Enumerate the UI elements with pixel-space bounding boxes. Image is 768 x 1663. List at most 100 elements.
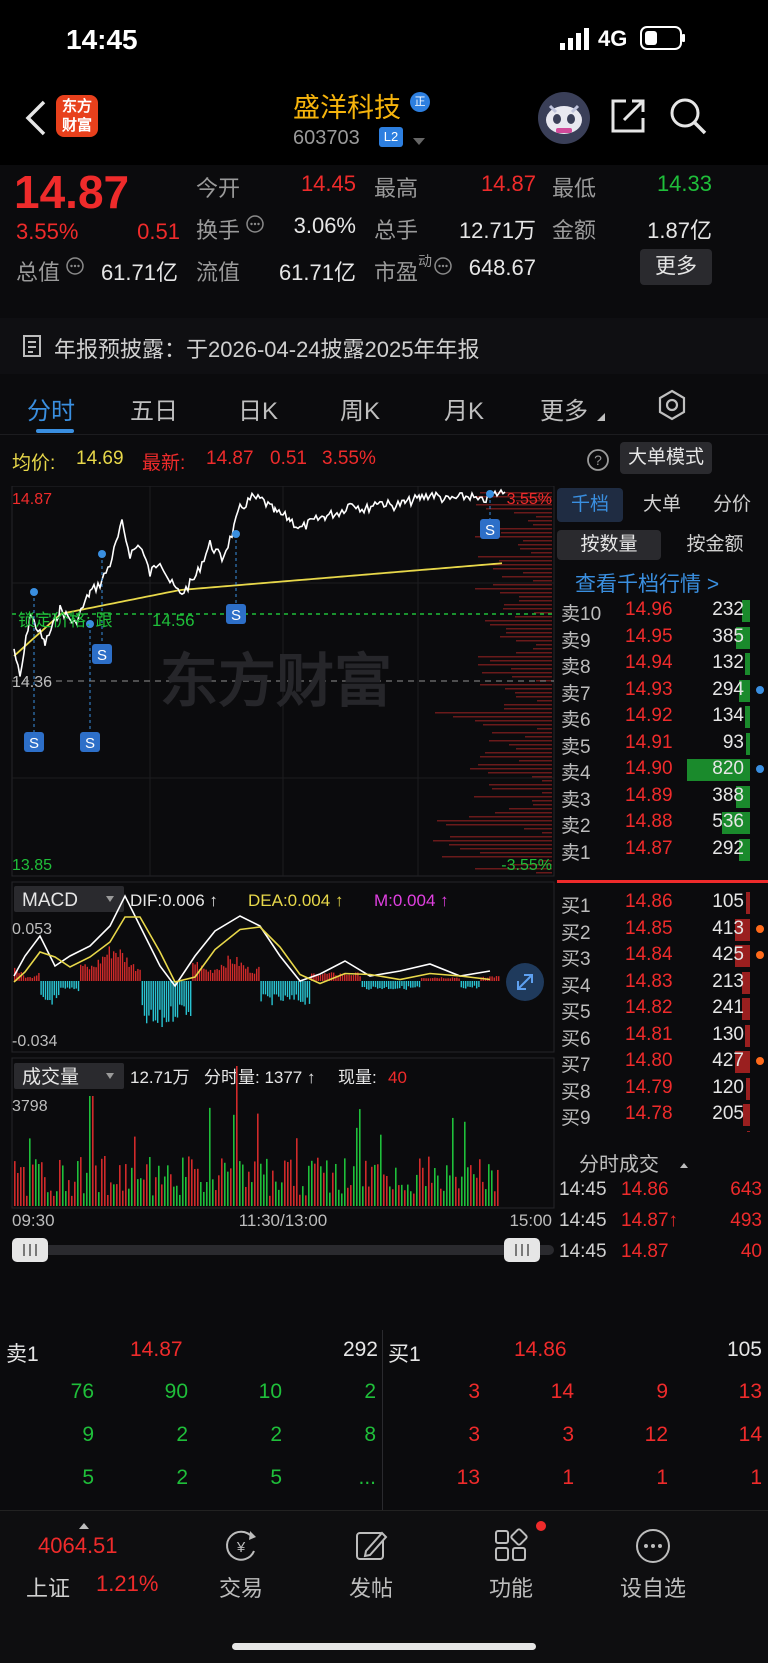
macd-bar <box>187 981 190 1012</box>
index-value[interactable]: 4064.51 <box>38 1533 118 1559</box>
queue-order-cell: 3 <box>468 1423 480 1446</box>
macd-bar <box>467 981 469 987</box>
settings-icon[interactable] <box>656 389 688 421</box>
volume-bar <box>215 1190 217 1206</box>
search-icon[interactable] <box>668 96 708 136</box>
side-tab-depth[interactable]: 千档 <box>557 488 623 522</box>
ask-qty: 820 <box>712 758 744 779</box>
ask-row[interactable]: 卖9 14.95 385 <box>555 623 768 652</box>
code-dropdown-icon[interactable] <box>412 133 426 145</box>
nav-post[interactable]: 发帖 <box>326 1527 416 1607</box>
macd-bar <box>401 981 403 986</box>
ticks-title[interactable]: 分时成交 <box>579 1148 659 1177</box>
ask-row[interactable]: 卖3 14.89 388 <box>555 782 768 811</box>
bid-row[interactable]: 买1 14.86 105 <box>555 888 768 917</box>
volume-bar <box>227 1171 229 1206</box>
queue-bid-qty: 105 <box>726 1338 762 1361</box>
turnover-info-icon[interactable] <box>246 215 264 233</box>
volume-bar <box>458 1188 460 1206</box>
sell-signal-label: S <box>85 735 95 752</box>
order-depth-bar <box>504 708 552 710</box>
bid-row[interactable]: 买10 14.77 81 <box>555 1127 768 1132</box>
toggle-by-qty[interactable]: 按数量 <box>557 530 661 560</box>
volume-bar <box>131 1167 133 1206</box>
tab-more[interactable]: 更多 <box>540 391 588 426</box>
volume-bar <box>20 1167 22 1206</box>
ask-row[interactable]: 卖10 14.96 232 <box>555 596 768 625</box>
macd-bar <box>471 981 473 988</box>
macd-bar <box>247 966 249 981</box>
tab-intraday[interactable]: 分时 <box>27 391 75 426</box>
chart-panel[interactable]: 东方财富 S S S S S 14.87 3.55% 14.36 锁定价格: 跟 14.… <box>0 485 555 1316</box>
ask-row[interactable]: 卖8 14.94 132 <box>555 649 768 678</box>
ask-row[interactable]: 卖4 14.90 820 <box>555 755 768 784</box>
bid-row[interactable]: 买5 14.82 241 <box>555 994 768 1023</box>
bid-row[interactable]: 买8 14.79 120 <box>555 1074 768 1103</box>
stock-name[interactable]: 盛洋科技 <box>293 86 401 125</box>
volume-bar <box>32 1164 34 1206</box>
assistant-avatar-icon[interactable] <box>536 90 592 146</box>
intraday-chart[interactable]: 东方财富 S S S S S 14.87 3.55% 14.36 锁定价格: 跟 14.… <box>0 485 555 1316</box>
bid-row[interactable]: 买4 14.83 213 <box>555 968 768 997</box>
volume-bar <box>254 1161 256 1206</box>
queue-order-cell: 13 <box>456 1466 480 1489</box>
volume-bar <box>65 1191 67 1206</box>
more-button[interactable]: 更多 <box>640 249 712 285</box>
level2-badge[interactable]: L2 <box>379 127 403 147</box>
ask-row[interactable]: 卖5 14.91 93 <box>555 729 768 758</box>
macd-bar <box>99 963 102 981</box>
ask-row[interactable]: 卖1 14.87 292 <box>555 835 768 864</box>
macd-bar <box>249 972 251 981</box>
nav-trade[interactable]: ¥ 交易 <box>196 1527 286 1607</box>
macd-bar <box>361 981 363 988</box>
tab-five-day[interactable]: 五日 <box>130 391 178 426</box>
tab-weekly-k[interactable]: 周K <box>340 391 380 426</box>
bid-row[interactable]: 买7 14.80 427 <box>555 1047 768 1076</box>
macd-bar <box>352 974 355 981</box>
bid-row[interactable]: 买3 14.84 425 <box>555 941 768 970</box>
bid-row[interactable]: 买6 14.81 130 <box>555 1021 768 1050</box>
macd-bar <box>163 981 165 1018</box>
queue-order-cell: 10 <box>258 1380 282 1403</box>
bid-row[interactable]: 买9 14.78 205 <box>555 1100 768 1129</box>
nav-functions[interactable]: 功能 <box>466 1521 556 1607</box>
volume-bar <box>191 1159 193 1206</box>
volume-bar <box>350 1185 352 1206</box>
macd-bar <box>308 981 311 1004</box>
volume-label: 成交量 <box>22 1066 79 1088</box>
index-pct[interactable]: 1.21% <box>96 1571 158 1597</box>
market-cap-info-icon[interactable] <box>66 257 84 275</box>
index-name[interactable]: 上证 <box>26 1571 70 1603</box>
big-order-mode-button[interactable]: 大单模式 <box>620 442 712 474</box>
pe-info-icon[interactable] <box>434 257 452 275</box>
toggle-by-amount[interactable]: 按金额 <box>663 530 767 560</box>
volume-bar <box>116 1184 118 1206</box>
queue-order-cell: 8 <box>364 1423 376 1446</box>
share-icon[interactable] <box>608 96 648 136</box>
volume-bar <box>464 1121 466 1206</box>
volume-bar <box>206 1181 208 1206</box>
order-depth-bar <box>533 648 552 650</box>
help-icon[interactable]: ? <box>586 448 610 472</box>
tab-monthly-k[interactable]: 月K <box>444 391 484 426</box>
view-depth-link[interactable]: 查看千档行情 > <box>575 568 719 598</box>
side-tab-price[interactable]: 分价 <box>699 488 765 522</box>
macd-bar <box>91 965 93 981</box>
tab-daily-k[interactable]: 日K <box>238 391 278 426</box>
volume-bar <box>398 1185 400 1206</box>
back-icon[interactable] <box>22 98 52 138</box>
side-tab-big[interactable]: 大单 <box>629 488 695 522</box>
notice-bar[interactable]: 年报预披露：于2026-04-24披露2025年年报 <box>0 318 768 374</box>
change-value: 0.51 <box>137 219 180 244</box>
ask-row[interactable]: 卖7 14.93 294 <box>555 676 768 705</box>
ask-row[interactable]: 卖2 14.88 536 <box>555 808 768 837</box>
ask-row[interactable]: 卖6 14.92 134 <box>555 702 768 731</box>
macd-bottom: -0.034 <box>12 1033 57 1050</box>
bid-row[interactable]: 买2 14.85 413 <box>555 915 768 944</box>
nav-watchlist[interactable]: 设自选 <box>608 1527 698 1607</box>
volume-bar <box>188 1156 190 1206</box>
volume-bar <box>362 1186 364 1206</box>
macd-bar <box>258 966 260 981</box>
macd-bar <box>58 981 60 996</box>
macd-bar <box>271 981 273 1006</box>
